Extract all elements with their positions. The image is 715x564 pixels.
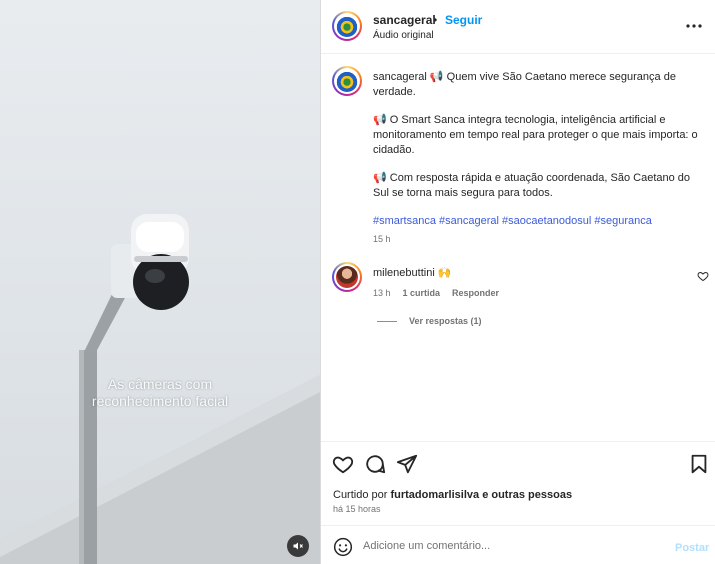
audio-label[interactable]: Áudio original (373, 30, 434, 41)
liked-others[interactable]: e outras pessoas (482, 489, 572, 501)
post-video[interactable]: As câmeras com reconhecimento facial (0, 0, 320, 564)
comment-time[interactable]: 13 h (373, 288, 391, 298)
caption-paragraph-3: Com resposta rápida e atuação coordenada… (373, 172, 691, 199)
caption-username[interactable]: sancageral (373, 71, 427, 83)
comment-bubble-icon[interactable] (364, 453, 386, 475)
hashtag-link[interactable]: #seguranca (594, 215, 652, 227)
video-caption: As câmeras com reconhecimento facial (40, 376, 280, 410)
speaker-muted-icon (293, 542, 303, 550)
hashtag-list: #smartsanca #sancageral #saocaetanodosul… (373, 214, 708, 229)
share-paper-plane-icon[interactable] (396, 453, 418, 475)
view-replies-label: Ver respostas (1) (409, 316, 482, 326)
sancageral-logo (336, 70, 358, 92)
comment-like-heart-icon[interactable] (697, 270, 709, 282)
follow-button[interactable]: Seguir (445, 13, 482, 27)
hashtag-link[interactable]: #sancageral (439, 215, 499, 227)
emoji-smiley-icon[interactable] (333, 537, 353, 557)
post-header: sancageral • Seguir Áudio original (321, 0, 715, 54)
caption-line-2: reconhecimento facial (91, 393, 229, 409)
hashtag-link[interactable]: #smartsanca (373, 215, 436, 227)
sancageral-logo (336, 15, 358, 37)
video-frame-image (0, 214, 320, 564)
liked-by-user[interactable]: furtadomarlisilva (390, 489, 479, 501)
mute-toggle-button[interactable] (287, 535, 309, 557)
caption-timestamp[interactable]: 15 h (373, 234, 391, 244)
post-time[interactable]: há 15 horas (333, 504, 381, 514)
author-username[interactable]: sancageral (373, 13, 436, 27)
comment-composer: Postar (321, 525, 715, 564)
caption-author-avatar[interactable] (332, 66, 362, 96)
post-actions: Curtido por furtadomarlisilva e outras p… (321, 441, 715, 525)
commenter-avatar[interactable] (332, 262, 362, 292)
save-bookmark-icon[interactable] (688, 453, 710, 475)
post-caption: sancageral 📢 Quem vive São Caetano merec… (373, 70, 708, 242)
comment-meta: 13 h 1 curtida Responder (373, 288, 499, 298)
instagram-post-view: As câmeras com reconhecimento facial san… (0, 0, 715, 564)
likes-summary: Curtido por furtadomarlisilva e outras p… (333, 489, 572, 501)
megaphone-emoji: 📢 (373, 172, 387, 184)
caption-line-1: As câmeras com (107, 376, 213, 392)
megaphone-emoji: 📢 (373, 114, 387, 126)
separator-dot: • (433, 13, 438, 27)
like-heart-icon[interactable] (332, 453, 354, 475)
post-details-panel: sancageral • Seguir Áudio original sanca… (320, 0, 715, 564)
comment-input[interactable] (363, 535, 663, 557)
author-avatar[interactable] (332, 11, 362, 41)
megaphone-emoji: 📢 (429, 71, 444, 83)
comment-likes[interactable]: 1 curtida (403, 288, 441, 298)
caption-paragraph-2: O Smart Sanca integra tecnologia, inteli… (373, 114, 698, 156)
comment-body: milenebuttini 🙌 (373, 266, 452, 279)
reply-button[interactable]: Responder (452, 288, 499, 298)
view-replies-button[interactable]: Ver respostas (1) (377, 316, 482, 326)
replies-divider (377, 320, 397, 322)
commenter-username[interactable]: milenebuttini (373, 267, 435, 279)
more-horizontal-icon[interactable] (685, 18, 703, 34)
liked-prefix: Curtido por (333, 489, 388, 501)
post-comment-button[interactable]: Postar (675, 542, 709, 554)
hashtag-link[interactable]: #saocaetanodosul (502, 215, 591, 227)
commenter-photo (336, 266, 358, 288)
comment-text: 🙌 (437, 267, 452, 279)
